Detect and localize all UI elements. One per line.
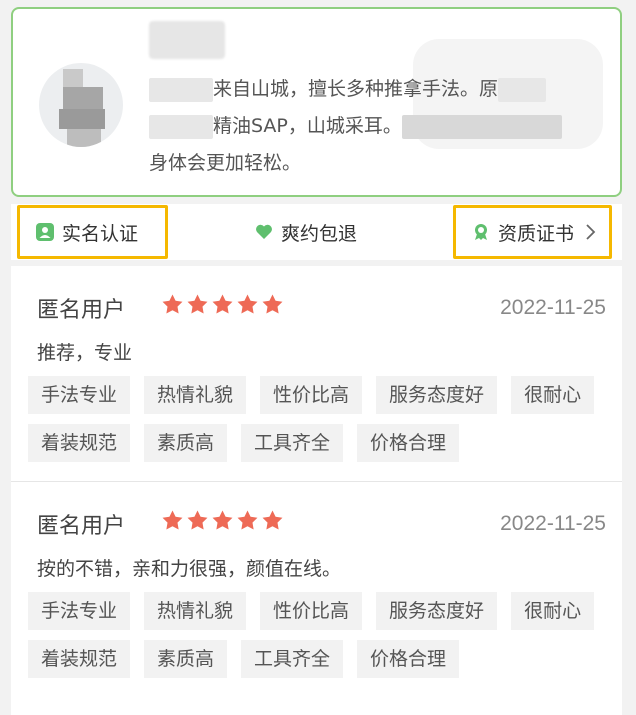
star-icon <box>212 294 233 314</box>
review-tag: 工具齐全 <box>241 640 344 678</box>
review-tag: 着装规范 <box>28 640 131 678</box>
star-rating <box>161 509 284 532</box>
review-tag: 价格合理 <box>357 424 460 462</box>
real-name-badge: 实名认证 <box>36 204 138 260</box>
guarantee-badges: 实名认证 爽约包退 资质证书 <box>11 204 622 260</box>
review-date: 2022-11-25 <box>500 296 606 319</box>
refund-badge: 爽约包退 <box>255 204 357 260</box>
review-tag: 着装规范 <box>28 424 131 462</box>
review-tag: 很耐心 <box>511 376 595 414</box>
award-icon <box>475 224 487 240</box>
review-tag: 热情礼貌 <box>144 592 247 630</box>
review-tag: 很耐心 <box>511 592 595 630</box>
review-tag: 服务态度好 <box>376 592 498 630</box>
review-tag: 手法专业 <box>28 376 131 414</box>
review-card: 匿名用户 2022-11-25 按的不错，亲和力很强，颜值在线。 手法专业 热情礼… <box>11 481 622 715</box>
bio-line-1: 来自山城，擅长多种推拿手法。原 <box>213 78 499 100</box>
review-tags: 手法专业 热情礼貌 性价比高 服务态度好 很耐心着装规范 素质高 工具齐全 价格合理 <box>28 376 618 472</box>
review-tags: 手法专业 热情礼貌 性价比高 服务态度好 很耐心着装规范 素质高 工具齐全 价格合理 <box>28 592 618 688</box>
certificate-badge[interactable]: 资质证书 <box>472 204 598 260</box>
review-tag: 素质高 <box>144 640 228 678</box>
star-icon <box>187 510 208 530</box>
review-tag: 性价比高 <box>260 376 363 414</box>
star-icon <box>212 510 233 530</box>
therapist-name-blurred <box>149 21 225 59</box>
star-rating <box>161 293 284 316</box>
review-text: 推荐，专业 <box>37 342 133 364</box>
star-icon <box>237 294 258 314</box>
review-tag: 服务态度好 <box>376 376 498 414</box>
review-card: 匿名用户 2022-11-25 推荐，专业 手法专业 热情礼貌 性价比高 服务态度好很… <box>11 266 622 481</box>
review-tag: 素质高 <box>144 424 228 462</box>
certificate-label: 资质证书 <box>498 222 575 245</box>
review-tag: 性价比高 <box>260 592 363 630</box>
id-card-icon <box>36 223 54 241</box>
review-date: 2022-11-25 <box>500 512 606 535</box>
reviewer-name: 匿名用户 <box>37 514 126 539</box>
real-name-label: 实名认证 <box>62 222 139 245</box>
therapist-bio: 来自山城，擅长多种推拿手法。原 精油SAP，山城采耳。 身体会更加轻松。 <box>149 71 599 182</box>
review-tag: 热情礼貌 <box>144 376 247 414</box>
refund-label: 爽约包退 <box>281 222 358 245</box>
bio-line-3: 身体会更加轻松。 <box>149 152 302 174</box>
star-icon <box>237 510 258 530</box>
star-icon <box>162 294 183 314</box>
review-text: 按的不错，亲和力很强，颜值在线。 <box>37 558 342 580</box>
avatar[interactable] <box>39 63 123 147</box>
star-icon <box>187 294 208 314</box>
chevron-right-icon <box>586 224 596 240</box>
bio-line-2: 精油SAP，山城采耳。 <box>213 115 402 137</box>
review-tag: 价格合理 <box>357 640 460 678</box>
review-tag: 工具齐全 <box>241 424 344 462</box>
heart-icon <box>256 224 272 239</box>
star-icon <box>262 294 283 314</box>
star-icon <box>162 510 183 530</box>
review-tag: 手法专业 <box>28 592 131 630</box>
reviewer-name: 匿名用户 <box>37 298 126 323</box>
therapist-profile-card: 来自山城，擅长多种推拿手法。原 精油SAP，山城采耳。 身体会更加轻松。 <box>11 7 622 197</box>
star-icon <box>262 510 283 530</box>
